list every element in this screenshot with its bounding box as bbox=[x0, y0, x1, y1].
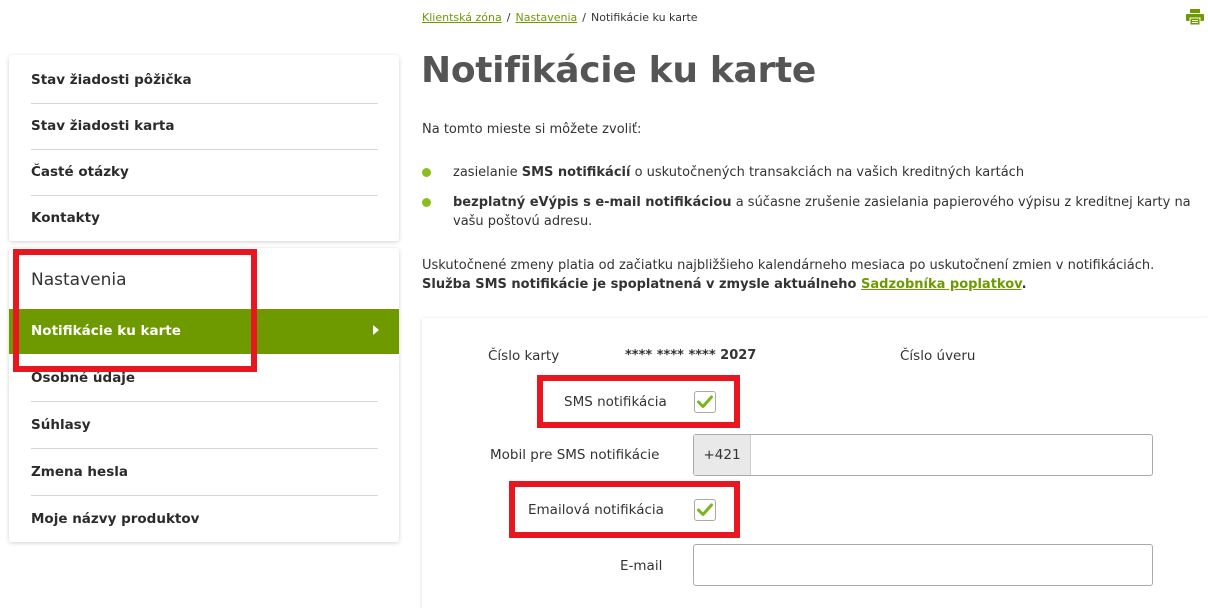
note-text: Uskutočnené zmeny platia od začiatku naj… bbox=[422, 258, 1155, 273]
sidebar-top-menu: Stav žiadosti pôžička Stav žiadosti kart… bbox=[9, 55, 399, 241]
breadcrumb-link-settings[interactable]: Nastavenia bbox=[515, 11, 577, 24]
mobile-input-group: +421 bbox=[693, 434, 1153, 476]
bullet-text: zasielanie SMS notifikácií o uskutočnený… bbox=[453, 165, 1025, 180]
bullet-icon bbox=[422, 168, 431, 177]
loan-number-label: Číslo úveru bbox=[900, 348, 976, 364]
card-number-label: Číslo karty bbox=[488, 348, 560, 364]
chevron-right-icon bbox=[373, 325, 379, 335]
bullet-text: bezplatný eVýpis s e-mail notifikáciou a… bbox=[453, 195, 1191, 229]
email-input[interactable] bbox=[702, 546, 1146, 586]
page-title: Notifikácie ku karte bbox=[421, 50, 816, 91]
notification-form: Číslo karty **** **** **** 2027 Číslo úv… bbox=[422, 318, 1208, 608]
breadcrumb-current: Notifikácie ku karte bbox=[591, 11, 698, 24]
phone-prefix: +421 bbox=[694, 435, 751, 475]
sidebar-item-consents[interactable]: Súhlasy bbox=[31, 402, 378, 449]
breadcrumb-separator: / bbox=[506, 11, 511, 24]
email-input-group bbox=[693, 544, 1153, 586]
mobile-label: Mobil pre SMS notifikácie bbox=[490, 447, 660, 463]
info-note: Uskutočnené zmeny platia od začiatku naj… bbox=[422, 256, 1207, 294]
card-number-value: **** **** **** 2027 bbox=[625, 348, 757, 363]
sidebar-item-product-names[interactable]: Moje názvy produktov bbox=[31, 496, 378, 542]
sidebar-item-change-password[interactable]: Zmena hesla bbox=[31, 449, 378, 496]
mobile-input[interactable] bbox=[756, 436, 1148, 476]
intro-text: Na tomto mieste si môžete zvoliť: bbox=[422, 122, 642, 137]
bullet-icon bbox=[422, 198, 431, 207]
breadcrumb: Klientská zóna / Nastavenia / Notifikácie ku… bbox=[422, 11, 698, 24]
sidebar-item-loan-status[interactable]: Stav žiadosti pôžička bbox=[31, 57, 378, 104]
breadcrumb-link-client-zone[interactable]: Klientská zóna bbox=[422, 11, 502, 24]
printer-icon[interactable] bbox=[1186, 9, 1204, 26]
highlight-box bbox=[13, 249, 257, 372]
breadcrumb-separator: / bbox=[582, 11, 586, 24]
highlight-box bbox=[509, 481, 740, 538]
sidebar-item-card-status[interactable]: Stav žiadosti karta bbox=[31, 103, 378, 150]
highlight-box bbox=[537, 375, 740, 428]
fee-schedule-link[interactable]: Sadzobníka poplatkov bbox=[861, 277, 1022, 292]
note-bold-text: Služba SMS notifikácie je spoplatnená v … bbox=[422, 277, 862, 292]
email-label: E-mail bbox=[620, 558, 663, 574]
sidebar-item-contacts[interactable]: Kontakty bbox=[31, 195, 378, 241]
sidebar-item-faq[interactable]: Časté otázky bbox=[31, 149, 378, 196]
